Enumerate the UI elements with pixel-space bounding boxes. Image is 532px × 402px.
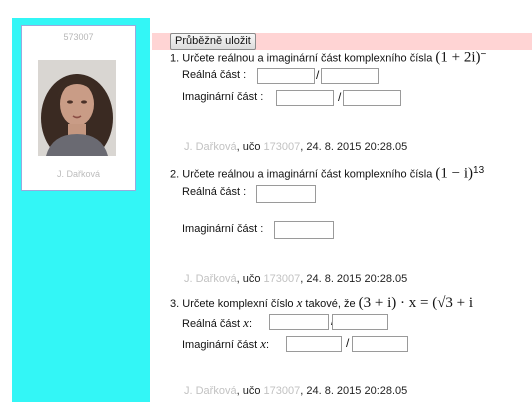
q3-uco: 173007 [263, 385, 301, 397]
q1-real-denominator-input[interactable] [321, 68, 379, 84]
student-name: J. Dařková [56, 169, 100, 179]
q1-imag-label: Imaginární část : [182, 91, 264, 103]
q2-uco-label: učo [242, 273, 261, 285]
q2-prompt: Určete reálnou a imaginární část komplex… [182, 168, 433, 181]
student-card: 573007 J. Dařková [21, 25, 136, 191]
q3-imag-label-row: Imaginární část x: [182, 336, 269, 352]
q3-var: x [296, 295, 303, 310]
q3-imag-numerator-input[interactable] [286, 336, 342, 352]
q2-imag-label: Imaginární část : [182, 223, 264, 235]
q1-prompt: Určete reálnou a imaginární část komplex… [182, 52, 433, 65]
q2-math-sup: 13 [473, 165, 485, 176]
save-progress-button[interactable]: Průběžně uložit [170, 33, 256, 50]
q3-footer: J. Dařková, učo 173007, 24. 8. 2015 20:2… [184, 385, 408, 397]
q3-imag-label: Imaginární část [182, 339, 258, 351]
student-id: 573007 [63, 32, 94, 42]
q3-real-denominator-input[interactable] [332, 314, 388, 330]
q1-uco-label: učo [242, 141, 261, 153]
main-content: Průběžně uložit 1. Určete reálnou a imag… [152, 18, 532, 402]
question-3: 3. Určete komplexní číslo x takové, že (… [170, 295, 473, 312]
q3-real-label-row: Reálná část x: [182, 315, 252, 331]
q1-math-sup: − [480, 49, 487, 60]
q3-author: J. Dařková [184, 385, 237, 397]
q3-real-numerator-input[interactable] [269, 314, 329, 330]
question-1: 1. Určete reálnou a imaginární část komp… [170, 49, 486, 67]
q1-footer: J. Dařková, učo 173007, 24. 8. 2015 20:2… [184, 141, 408, 153]
q3-imag-slash: / [346, 336, 350, 350]
q3-timestamp: 24. 8. 2015 20:28.05 [306, 385, 408, 397]
q1-imag-denominator-input[interactable] [343, 90, 401, 106]
q3-math: (3 + i) · x = (√3 + i [358, 295, 474, 311]
sidebar: 573007 J. Dařková [12, 18, 150, 402]
q3-prompt-a: Určete komplexní číslo [182, 298, 294, 310]
q2-uco: 173007 [263, 273, 301, 285]
q1-author: J. Dařková [184, 141, 237, 153]
q1-real-numerator-input[interactable] [257, 68, 315, 84]
q1-math: (1 + 2i) [435, 49, 481, 66]
q3-number: 3. [170, 298, 180, 310]
q3-real-colon: : [248, 318, 252, 330]
q2-real-input[interactable] [256, 185, 316, 203]
q1-real-label: Reálná část : [182, 69, 247, 81]
student-photo [38, 60, 116, 156]
q1-number: 1. [170, 52, 180, 65]
q2-imag-input[interactable] [274, 221, 334, 239]
q2-timestamp: 24. 8. 2015 20:28.05 [306, 273, 408, 285]
q1-imag-slash: / [338, 90, 342, 104]
q3-real-label: Reálná část [182, 318, 241, 330]
question-2: 2. Určete reálnou a imaginární část komp… [170, 165, 484, 183]
q1-real-slash: / [316, 68, 320, 82]
q2-real-label: Reálná část : [182, 186, 247, 198]
q3-prompt-b: takové, že [305, 298, 356, 310]
q2-author: J. Dařková [184, 273, 237, 285]
q1-imag-numerator-input[interactable] [276, 90, 334, 106]
q2-number: 2. [170, 168, 180, 181]
q1-timestamp: 24. 8. 2015 20:28.05 [306, 141, 408, 153]
q2-math: (1 − i) [435, 165, 474, 182]
q2-footer: J. Dařková, učo 173007, 24. 8. 2015 20:2… [184, 273, 408, 285]
q1-uco: 173007 [263, 141, 301, 153]
q3-uco-label: učo [242, 385, 261, 397]
q3-imag-colon: : [266, 339, 270, 351]
q3-imag-denominator-input[interactable] [352, 336, 408, 352]
